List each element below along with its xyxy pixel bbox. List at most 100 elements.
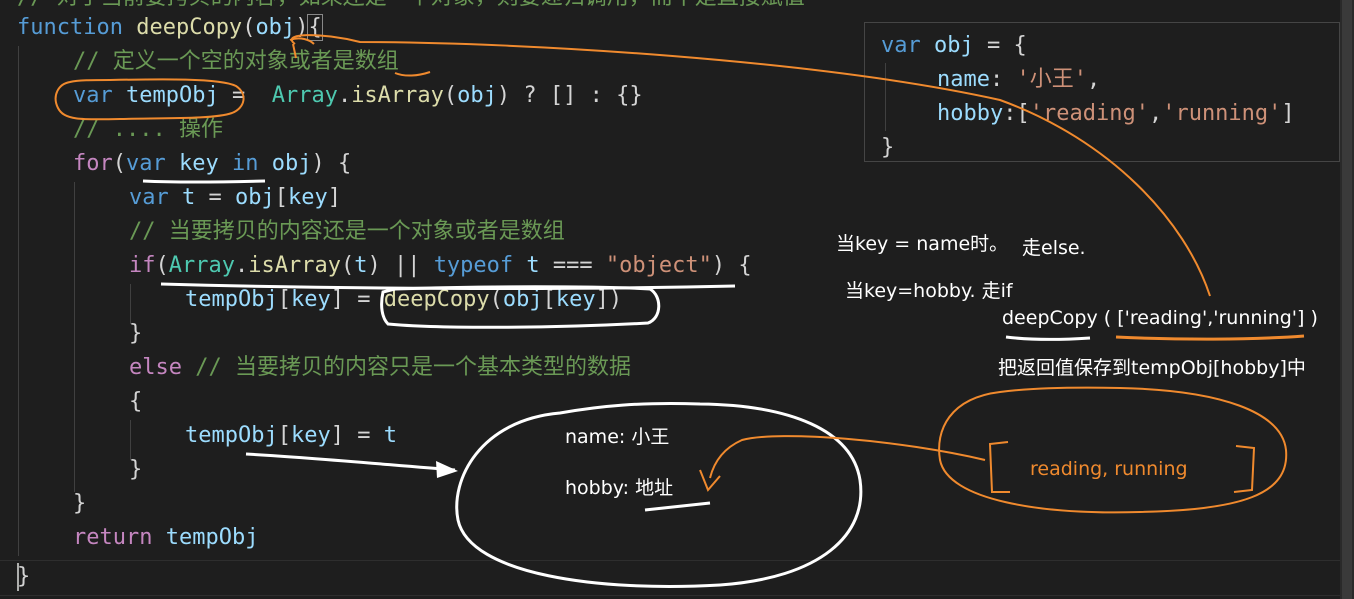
array-box-label: reading, running	[1030, 457, 1188, 481]
paren: (	[489, 287, 503, 312]
circle-name-text: name: 小王	[565, 426, 670, 448]
popup-line-var: var obj = {	[881, 29, 1027, 63]
variable: key	[290, 287, 331, 312]
variable: t	[354, 253, 368, 278]
indent-guide	[74, 182, 75, 492]
class-name: Array	[271, 83, 338, 108]
code-line-open-else: {	[129, 385, 142, 419]
operator: =	[195, 185, 235, 210]
paren: (	[340, 253, 355, 278]
brace: }	[129, 321, 143, 346]
code-comment: // 当要拷贝的内容只是一个基本类型的数据	[181, 355, 631, 380]
param: obj	[255, 15, 296, 40]
keyword: var	[881, 33, 921, 58]
note-name-case-b: 走else.	[1022, 237, 1086, 259]
text-caret	[17, 563, 19, 591]
control-keyword: else	[129, 355, 182, 380]
keyword: typeof	[433, 253, 514, 278]
indent-guide	[885, 63, 886, 131]
variable: obj	[235, 185, 275, 210]
brace: }	[129, 457, 143, 482]
variable: tempObj	[165, 525, 259, 550]
variable: t	[383, 423, 397, 448]
bracket: [	[277, 423, 291, 448]
note-save-result: 把返回值保存到tempObj[hobby]中	[998, 356, 1306, 380]
code-line-for: for(var key in obj) {	[73, 147, 351, 181]
variable: tempObj	[126, 83, 219, 108]
code-comment: // 对于当前要拷贝的内容，如果还是一个对象，则要递归调用，而不是直接赋值	[17, 0, 805, 10]
dot: .	[337, 83, 352, 108]
note-name-case-a: 当key = name时。	[836, 233, 1009, 255]
string-literal: '小王'	[1016, 67, 1087, 92]
control-keyword: for	[73, 151, 113, 176]
code-rest: = {	[973, 33, 1027, 58]
keyword: var	[126, 151, 166, 176]
current-line-highlight	[0, 560, 1340, 596]
code-line-comment-object: // 当要拷贝的内容还是一个对象或者是数组	[129, 215, 565, 249]
code-rest: ,	[1086, 67, 1101, 92]
variable: t	[526, 253, 540, 278]
class-name: Array	[168, 253, 235, 278]
code-line-function-declaration: function deepCopy(obj){	[17, 11, 323, 45]
keyword: var	[73, 83, 113, 108]
operator: ) ||	[367, 253, 434, 278]
circle-name-label: name: 小王	[565, 425, 669, 449]
variable: obj	[934, 33, 974, 58]
code-line-close-if: }	[129, 317, 142, 351]
paren: (	[112, 151, 126, 176]
popup-line-hobby: hobby:['reading','running']	[937, 97, 1295, 131]
function-name: deepCopy	[136, 15, 243, 40]
note-deepcopy-call-text: deepCopy ( ['reading','running'] )	[1002, 307, 1318, 329]
code-line-close-else: }	[129, 453, 142, 487]
code-comment: // .... 操作	[73, 117, 223, 142]
control-keyword: if	[129, 253, 156, 278]
operator: :[	[1003, 101, 1030, 126]
note-name-case: 当key = name时。	[836, 232, 1008, 256]
bracket: ]	[327, 185, 341, 210]
circle-hobby-label: hobby: 地址	[565, 476, 673, 500]
code-line-close-for: }	[73, 487, 86, 521]
note-hobby-case: 当key=hobby. 走if	[845, 279, 1013, 303]
code-line-return: return tempObj	[73, 521, 258, 555]
code-rest: ) {	[311, 151, 352, 176]
bracket: [	[542, 287, 556, 312]
property: hobby	[937, 101, 1004, 126]
code-line-plain-assign: tempObj[key] = t	[185, 419, 397, 453]
code-line-comment-define: // 定义一个空的对象或者是数组	[73, 45, 399, 79]
variable: key	[555, 287, 596, 312]
scrollbar-thumb[interactable]	[1342, 0, 1352, 599]
vertical-scrollbar[interactable]	[1340, 0, 1354, 599]
code-line-var-t: var t = obj[key]	[129, 181, 341, 215]
note-deepcopy-call: deepCopy ( ['reading','running'] )	[1002, 306, 1318, 330]
code-comment: // 当要拷贝的内容还是一个对象或者是数组	[129, 219, 565, 244]
bracket: [	[277, 287, 291, 312]
code-line-if: if(Array.isArray(t) || typeof t === "obj…	[129, 249, 752, 283]
code-line-comment-op: // .... 操作	[73, 113, 223, 147]
variable: key	[290, 423, 331, 448]
operator: ===	[539, 253, 606, 278]
keyword: var	[129, 185, 169, 210]
code-rest: ])	[595, 287, 623, 312]
paren: )	[295, 15, 309, 40]
code-rest: ) {	[711, 253, 752, 278]
variable: key	[288, 185, 328, 210]
variable: obj	[502, 287, 543, 312]
circle-hobby-text: hobby: 地址	[565, 477, 674, 499]
variable: obj	[457, 83, 497, 108]
variable: t	[182, 185, 196, 210]
popup-line-name: name: '小王',	[937, 63, 1100, 97]
keyword: function	[17, 15, 123, 40]
code-line-else: else // 当要拷贝的内容只是一个基本类型的数据	[129, 351, 631, 385]
note-hobby-case-text: 当key=hobby. 走if	[845, 280, 1013, 302]
method-name: isArray	[351, 83, 444, 108]
variable: key	[179, 151, 219, 176]
brace: {	[129, 389, 143, 414]
brace: }	[73, 491, 87, 516]
variable: obj	[271, 151, 312, 176]
function-call: deepCopy	[383, 287, 490, 312]
code-rest: ]	[1281, 101, 1295, 126]
code-line-recursive-assign: tempObj[key] = deepCopy(obj[key])	[185, 283, 622, 317]
variable: tempObj	[185, 423, 278, 448]
string-literal: 'reading'	[1029, 101, 1149, 126]
code-comment: // 定义一个空的对象或者是数组	[73, 49, 399, 74]
